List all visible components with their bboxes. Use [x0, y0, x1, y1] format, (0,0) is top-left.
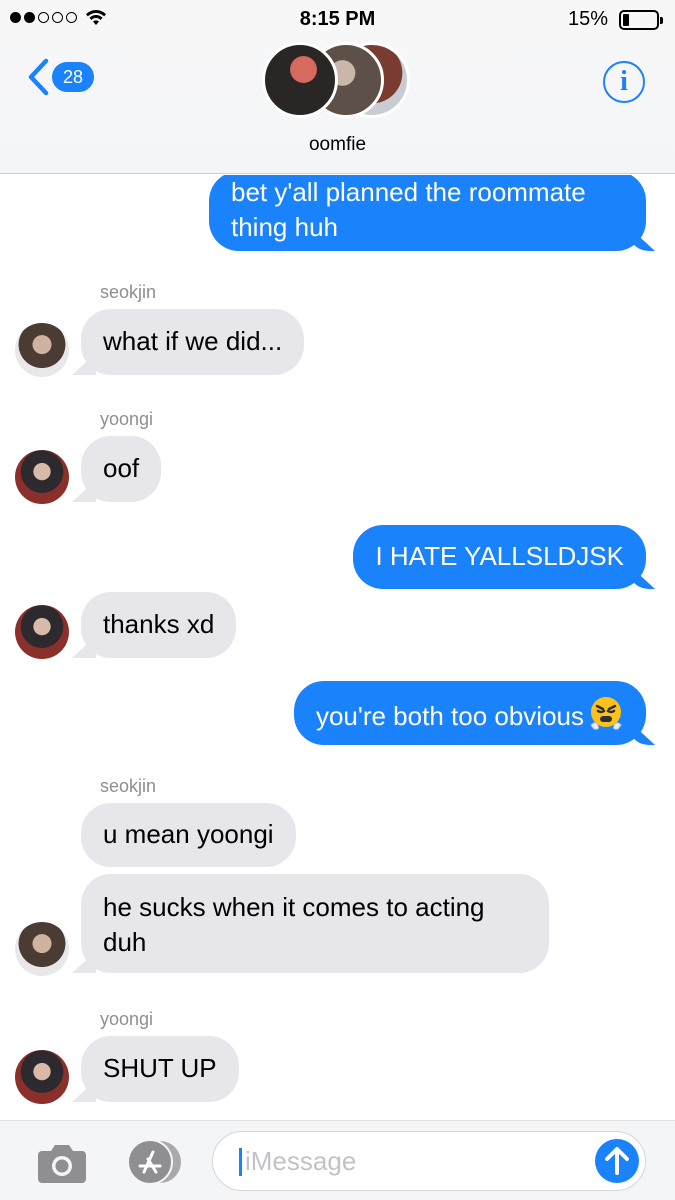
outgoing-message[interactable]: you're both too obvious: [293, 681, 646, 745]
battery-percentage: 15%: [567, 8, 608, 30]
conversation-header: 28 oomfie i: [0, 40, 675, 174]
sender-avatar[interactable]: [15, 323, 69, 377]
compose-bar: iMessage: [0, 1120, 675, 1200]
sender-avatar[interactable]: [15, 605, 69, 659]
arrow-up-icon: [605, 1147, 629, 1175]
text-cursor: [239, 1148, 242, 1176]
chevron-left-icon: [28, 58, 49, 96]
incoming-message[interactable]: thanks xd: [81, 592, 237, 658]
sender-avatar[interactable]: [15, 922, 69, 976]
incoming-message[interactable]: he sucks when it comes to acting duh: [81, 874, 549, 973]
message-text: you're both too obvious: [315, 701, 584, 731]
battery-icon: [619, 10, 663, 30]
sender-name: seokjin: [100, 282, 157, 302]
sender-name: seokjin: [100, 776, 157, 796]
avatar: [262, 42, 338, 118]
status-bar: 8:15 PM 15%: [0, 0, 675, 40]
message-input[interactable]: iMessage: [212, 1131, 646, 1191]
sender-name: yoongi: [100, 1009, 154, 1029]
info-button[interactable]: i: [603, 61, 645, 103]
back-button[interactable]: 28: [26, 57, 94, 97]
sender-avatar[interactable]: [15, 450, 69, 504]
outgoing-message[interactable]: I HATE YALLSLDJSK: [353, 525, 646, 589]
message-placeholder: iMessage: [245, 1146, 357, 1176]
send-button[interactable]: [595, 1139, 639, 1183]
incoming-message[interactable]: what if we did...: [81, 309, 305, 375]
app-store-icon[interactable]: [122, 1139, 184, 1185]
message-list[interactable]: bet y'all planned the roommate thing huh…: [0, 175, 675, 1120]
group-avatars[interactable]: [262, 40, 422, 120]
outgoing-message[interactable]: bet y'all planned the roommate thing huh: [209, 175, 646, 251]
sender-avatar[interactable]: [15, 1050, 69, 1104]
incoming-message[interactable]: SHUT UP: [81, 1036, 239, 1102]
camera-icon[interactable]: [36, 1141, 88, 1185]
group-name[interactable]: oomfie: [0, 134, 675, 156]
unread-count-badge: 28: [52, 62, 94, 92]
incoming-message[interactable]: u mean yoongi: [81, 803, 296, 867]
incoming-message[interactable]: oof: [81, 436, 162, 502]
steam-from-nose-emoji-icon: [590, 697, 622, 730]
sender-name: yoongi: [100, 409, 154, 429]
